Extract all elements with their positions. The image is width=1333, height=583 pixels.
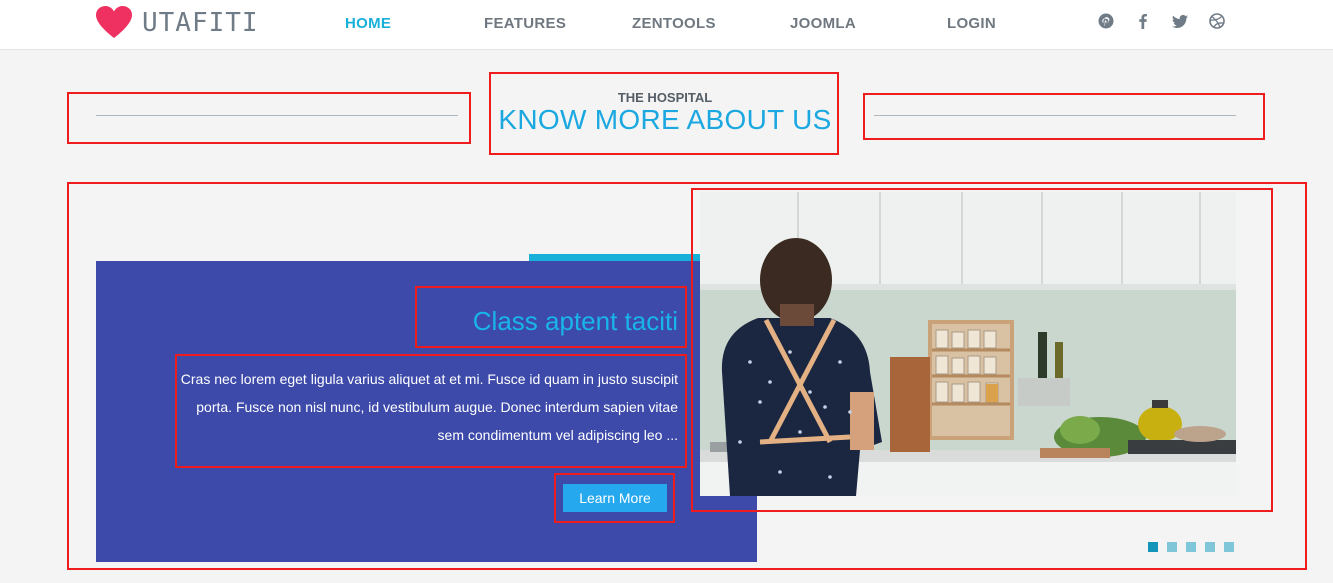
slider-dot-3[interactable]	[1186, 542, 1196, 552]
top-navbar: UTAFITI HOME FEATURES ZENTOOLS JOOMLA LO…	[0, 0, 1333, 50]
divider-left	[96, 115, 458, 116]
divider-right	[874, 115, 1236, 116]
dribbble-icon[interactable]	[1208, 12, 1226, 30]
nav-features[interactable]: FEATURES	[484, 15, 566, 32]
highlight-box-left-rule	[67, 92, 471, 144]
heart-icon	[96, 6, 132, 38]
section-subtitle: THE HOSPITAL	[617, 90, 713, 105]
slide-heading: Class aptent taciti	[472, 306, 678, 336]
nav-home[interactable]: HOME	[345, 15, 391, 32]
highlight-box-right-rule	[863, 93, 1265, 140]
nav-zentools[interactable]: ZENTOOLS	[632, 15, 716, 32]
slider-dot-4[interactable]	[1205, 542, 1215, 552]
nav-login[interactable]: LOGIN	[947, 15, 996, 32]
twitter-icon[interactable]	[1171, 12, 1189, 30]
slider-dot-1[interactable]	[1148, 542, 1158, 552]
learn-more-button[interactable]: Learn More	[563, 484, 667, 512]
slider-dot-2[interactable]	[1167, 542, 1177, 552]
section-title: KNOW MORE ABOUT US	[498, 104, 832, 135]
slide-image	[700, 192, 1236, 496]
pinterest-icon[interactable]	[1097, 12, 1115, 30]
brand-logo[interactable]: UTAFITI	[96, 6, 259, 40]
slider-dot-5[interactable]	[1224, 542, 1234, 552]
facebook-icon[interactable]	[1134, 12, 1152, 30]
brand-name: UTAFITI	[142, 8, 259, 38]
nav-joomla[interactable]: JOOMLA	[790, 15, 856, 32]
slide-description: Cras nec lorem eget ligula varius alique…	[180, 371, 678, 443]
caption-accent-bar	[529, 254, 700, 261]
slider-pagination	[1148, 542, 1234, 552]
